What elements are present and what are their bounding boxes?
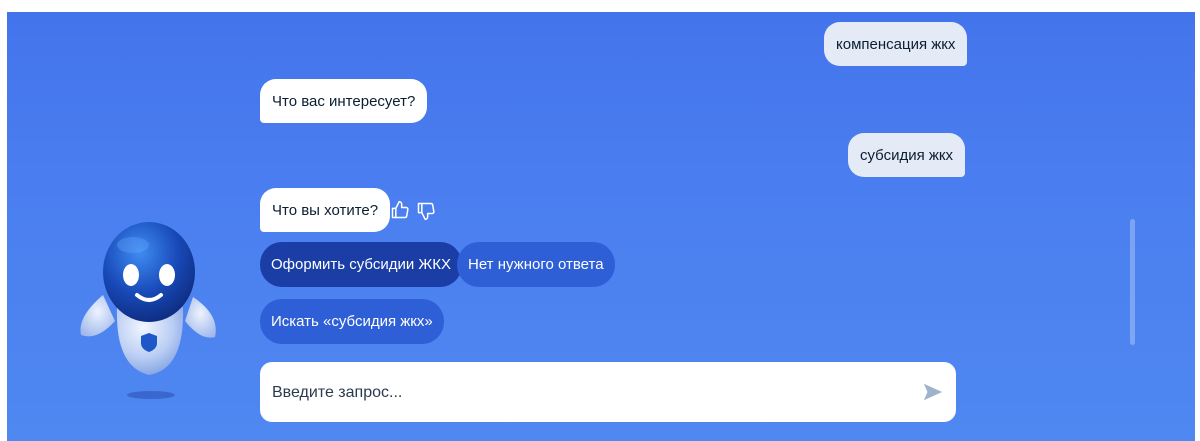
quick-reply-apply-subsidy-button[interactable]: Оформить субсидии ЖКХ xyxy=(260,242,462,287)
chat-window: компенсация жкх Что вас интересует? субс… xyxy=(7,12,1195,441)
message-input-bar xyxy=(260,362,956,424)
quick-reply-label: Нет нужного ответа xyxy=(468,256,604,273)
quick-reply-label: Искать «субсидия жкх» xyxy=(271,313,433,330)
quick-reply-label: Оформить субсидии ЖКХ xyxy=(271,256,451,273)
bot-message-text: Что вы хотите? xyxy=(272,201,379,219)
bot-message-bubble: Что вы хотите? xyxy=(260,188,391,232)
thumbs-down-icon[interactable] xyxy=(416,201,436,221)
user-message-text: компенсация жкх xyxy=(836,35,956,53)
user-message-text: субсидия жкх xyxy=(860,146,953,164)
user-message-bubble: компенсация жкх xyxy=(824,22,968,66)
message-input[interactable] xyxy=(270,362,904,424)
send-arrow-icon[interactable] xyxy=(922,381,944,403)
bot-message-bubble: Что вас интересует? xyxy=(260,79,428,123)
bot-message-text: Что вас интересует? xyxy=(272,92,416,110)
thumbs-up-icon[interactable] xyxy=(390,200,410,220)
assistant-robot-avatar xyxy=(75,217,225,407)
quick-reply-no-answer-button[interactable]: Нет нужного ответа xyxy=(457,242,615,287)
user-message-bubble: субсидия жкх xyxy=(848,133,965,177)
quick-reply-search-button[interactable]: Искать «субсидия жкх» xyxy=(260,299,444,344)
chat-scrollbar[interactable] xyxy=(1130,219,1135,345)
